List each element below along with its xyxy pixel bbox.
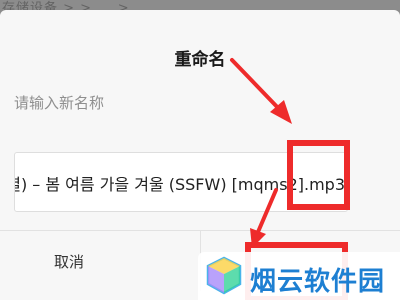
highlight-box-extension [287,140,350,210]
dialog-title: 重命名 [174,50,226,70]
watermark: 烟云软件园 [198,252,400,300]
dialog-subtitle: 请输入新名称 [14,94,105,112]
cube-logo-icon [206,256,242,295]
watermark-text: 烟云软件园 [250,267,386,297]
cancel-button[interactable]: 取消 [0,231,200,291]
